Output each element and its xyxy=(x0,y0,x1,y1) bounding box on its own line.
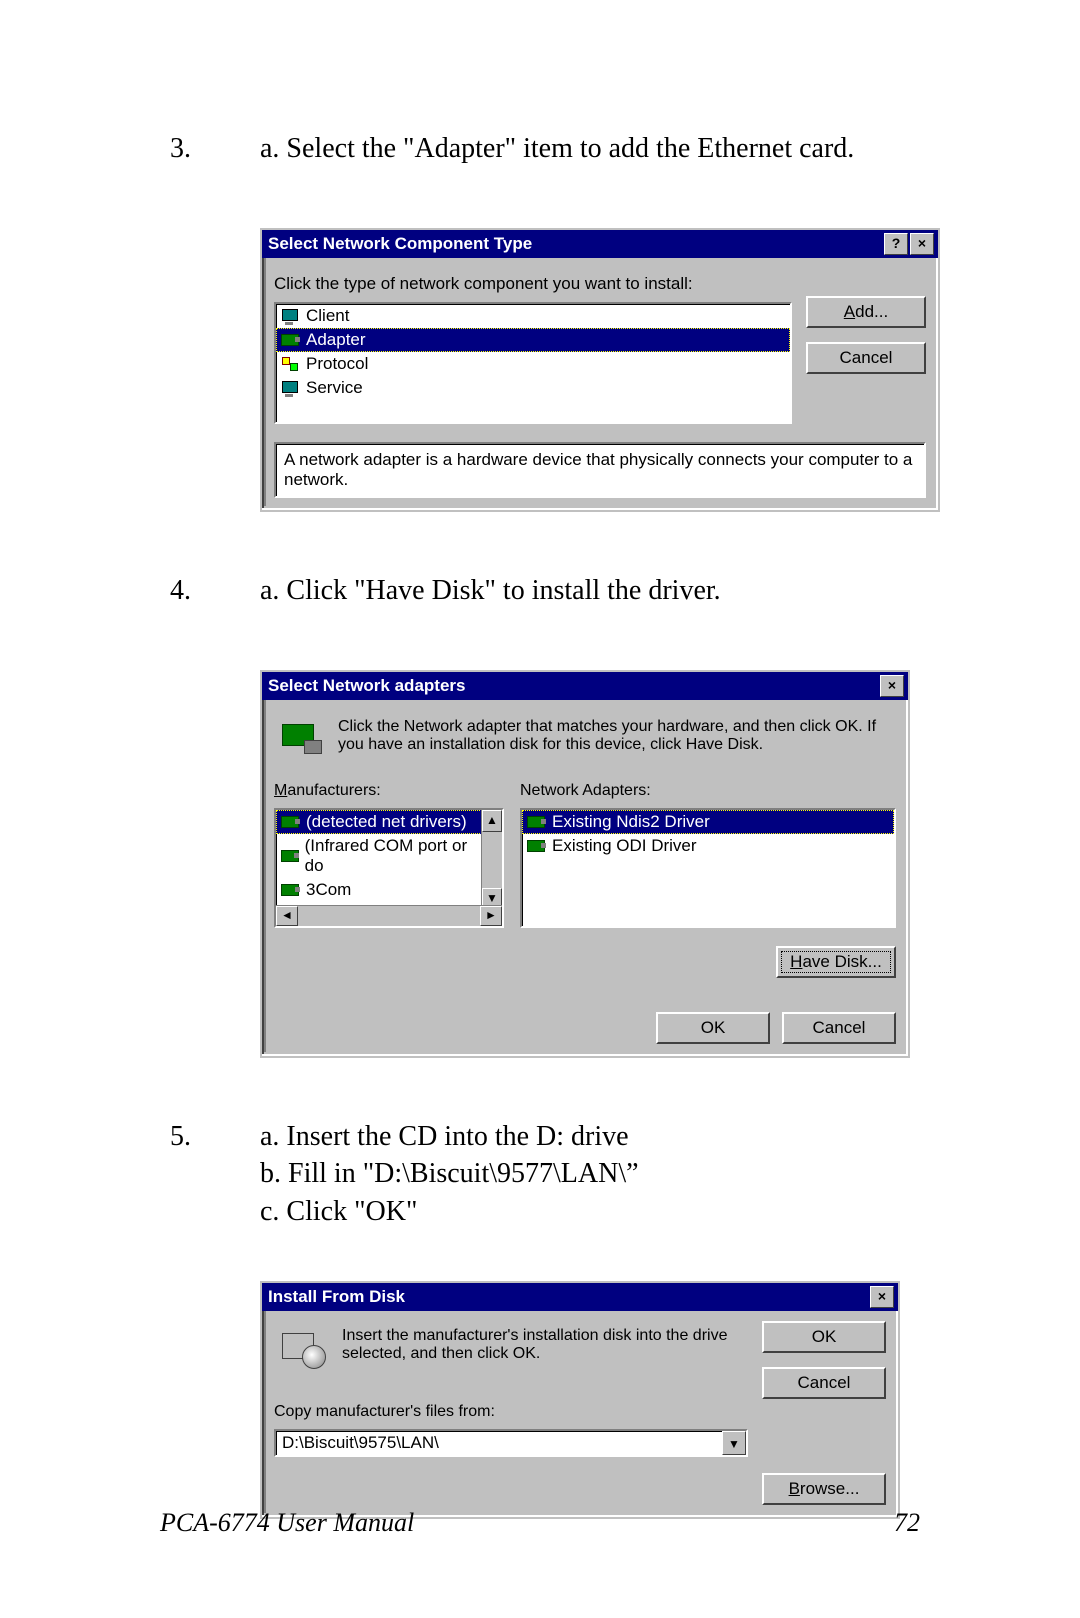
disk-drive-icon xyxy=(278,1327,326,1371)
dialog1-instruction: Click the type of network component you … xyxy=(274,274,792,294)
step-3: 3. a. Select the "Adapter" item to add t… xyxy=(170,130,920,168)
have-disk-button[interactable]: Have Disk... xyxy=(776,946,896,978)
path-combobox[interactable]: D:\Biscuit\9575\LAN\ ▼ xyxy=(274,1429,748,1457)
step-3-body: a. Select the "Adapter" item to add the … xyxy=(260,130,920,168)
step-5-line-c: c. Click "OK" xyxy=(260,1193,920,1231)
close-icon[interactable]: × xyxy=(880,675,904,697)
dialog1-title: Select Network Component Type xyxy=(268,234,532,254)
adapter-icon xyxy=(280,847,299,865)
client-icon xyxy=(280,307,300,325)
dialog-select-network-adapters: Select Network adapters × Click the Netw… xyxy=(260,670,910,1058)
adapter-card-icon xyxy=(278,718,324,758)
dialog3-instruction: Insert the manufacturer's installation d… xyxy=(342,1327,744,1363)
adapter-icon xyxy=(280,331,300,349)
component-type-list[interactable]: Client Adapter Protocol xyxy=(274,302,792,424)
list-item[interactable]: (detected net drivers) xyxy=(276,810,482,834)
dialog-install-from-disk: Install From Disk × Insert the manufactu… xyxy=(260,1281,900,1519)
cancel-button[interactable]: Cancel xyxy=(806,342,926,374)
vertical-scrollbar[interactable]: ▲ ▼ xyxy=(481,810,502,910)
step-4-body: a. Click "Have Disk" to install the driv… xyxy=(260,572,920,610)
manual-title: PCA-6774 User Manual xyxy=(160,1508,894,1538)
step-5: 5. a. Insert the CD into the D: drive b.… xyxy=(170,1118,920,1231)
titlebar[interactable]: Select Network adapters × xyxy=(262,672,908,700)
manufacturers-list[interactable]: (detected net drivers) (Infrared COM por… xyxy=(274,808,504,928)
copy-from-label: Copy manufacturer's files from: xyxy=(274,1403,748,1421)
service-icon xyxy=(280,379,300,397)
browse-button[interactable]: Browse... xyxy=(762,1473,886,1505)
scroll-right-icon[interactable]: ► xyxy=(480,906,502,926)
adapters-label: Network Adapters: xyxy=(520,782,896,800)
step-5-number: 5. xyxy=(170,1118,260,1156)
adapters-list[interactable]: Existing Ndis2 Driver Existing ODI Drive… xyxy=(520,808,896,928)
adapter-icon xyxy=(280,881,300,899)
scroll-up-icon[interactable]: ▲ xyxy=(482,810,502,832)
cancel-button[interactable]: Cancel xyxy=(762,1367,886,1399)
dialog2-instruction: Click the Network adapter that matches y… xyxy=(338,718,892,754)
scroll-left-icon[interactable]: ◄ xyxy=(276,906,298,926)
dialog3-title: Install From Disk xyxy=(268,1287,405,1307)
add-button[interactable]: Add... xyxy=(806,296,926,328)
list-item[interactable]: Adapter xyxy=(276,328,790,352)
close-icon[interactable]: × xyxy=(870,1286,894,1308)
titlebar[interactable]: Install From Disk × xyxy=(262,1283,898,1311)
ok-button[interactable]: OK xyxy=(656,1012,770,1044)
list-item[interactable]: Existing ODI Driver xyxy=(522,834,894,858)
ok-button[interactable]: OK xyxy=(762,1321,886,1353)
adapter-icon xyxy=(280,813,300,831)
page-footer: PCA-6774 User Manual 72 xyxy=(160,1508,920,1538)
list-item[interactable]: 3Com xyxy=(276,878,482,902)
step-4-number: 4. xyxy=(170,572,260,610)
dialog-select-component-type: Select Network Component Type ? × Click … xyxy=(260,228,940,512)
list-item[interactable]: (Infrared COM port or do xyxy=(276,834,482,878)
list-item[interactable]: Client xyxy=(276,304,790,328)
path-input[interactable]: D:\Biscuit\9575\LAN\ xyxy=(276,1431,722,1455)
close-icon[interactable]: × xyxy=(910,233,934,255)
list-item[interactable]: Service xyxy=(276,376,790,400)
component-description: A network adapter is a hardware device t… xyxy=(274,442,926,498)
dropdown-icon[interactable]: ▼ xyxy=(722,1431,746,1455)
list-item[interactable]: Protocol xyxy=(276,352,790,376)
list-item[interactable]: Existing Ndis2 Driver xyxy=(522,810,894,834)
adapter-icon xyxy=(526,813,546,831)
titlebar[interactable]: Select Network Component Type ? × xyxy=(262,230,938,258)
page-number: 72 xyxy=(894,1508,920,1538)
step-3-number: 3. xyxy=(170,130,260,168)
step-4: 4. a. Click "Have Disk" to install the d… xyxy=(170,572,920,610)
horizontal-scrollbar[interactable]: ◄ ► xyxy=(276,905,502,926)
protocol-icon xyxy=(280,355,300,373)
help-icon[interactable]: ? xyxy=(884,233,908,255)
step-5-line-b: b. Fill in "D:\Biscuit\9577\LAN\” xyxy=(260,1155,920,1193)
dialog2-title: Select Network adapters xyxy=(268,676,465,696)
adapter-icon xyxy=(526,837,546,855)
cancel-button[interactable]: Cancel xyxy=(782,1012,896,1044)
manufacturers-label: Manufacturers: xyxy=(274,782,504,800)
step-5-line-a: a. Insert the CD into the D: drive xyxy=(260,1118,920,1156)
